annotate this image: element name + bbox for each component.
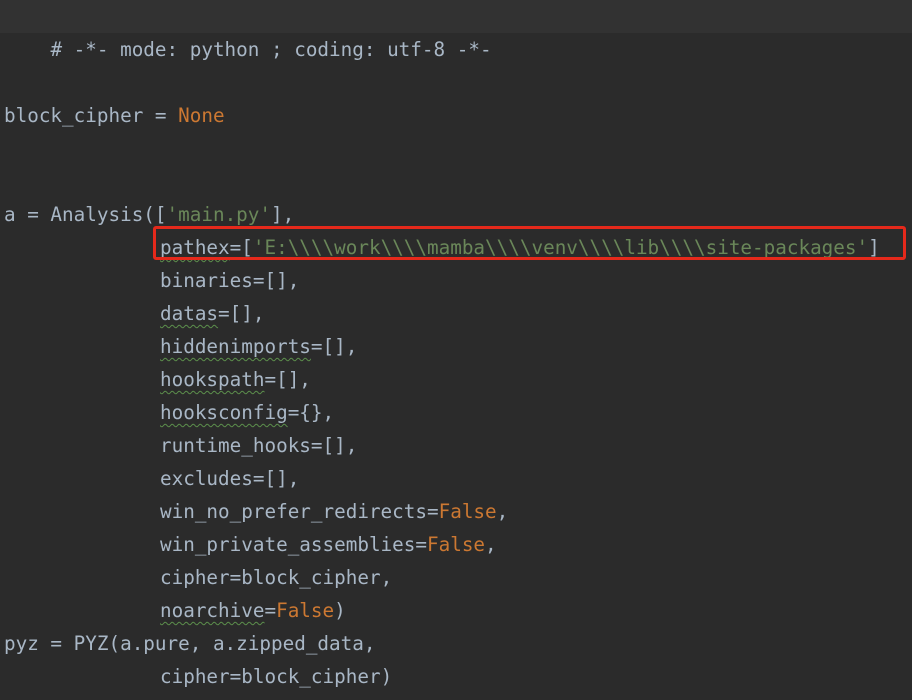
code-line-datas[interactable]: datas=[],: [4, 297, 264, 330]
hiddenimports-param: hiddenimports: [160, 335, 311, 358]
win-private-assemblies-value: False: [427, 533, 486, 556]
pathex-param: pathex: [160, 236, 230, 259]
code-line-win-no-prefer-redirects[interactable]: win_no_prefer_redirects=False,: [4, 495, 508, 528]
win-private-assemblies-param: win_private_assemblies: [160, 533, 416, 556]
code-line-pyz[interactable]: pyz = PYZ(a.pure, a.zipped_data,: [4, 627, 375, 660]
code-line-noarchive[interactable]: noarchive=False): [4, 594, 346, 627]
code-line-excludes[interactable]: excludes=[],: [4, 462, 299, 495]
noarchive-param: noarchive: [160, 599, 265, 622]
cipher-param: cipher: [160, 566, 230, 589]
hookspath-rest: =[],: [264, 368, 311, 391]
main-py-string: 'main.py': [166, 203, 272, 226]
code-line-7[interactable]: a = Analysis(['main.py'],: [4, 198, 294, 231]
code-line-1[interactable]: # -*- mode: python ; coding: utf-8 -*-: [4, 0, 491, 61]
code-editor[interactable]: # -*- mode: python ; coding: utf-8 -*- b…: [0, 0, 912, 700]
excludes-rest: =[],: [252, 467, 300, 490]
hookspath-param: hookspath: [160, 368, 265, 391]
code-line-hooksconfig[interactable]: hooksconfig={},: [4, 396, 334, 429]
cipher-rest: =block_cipher,: [229, 566, 393, 589]
noarchive-tail: ): [334, 599, 346, 622]
hooksconfig-rest: ={},: [287, 401, 335, 424]
block-cipher-name: block_cipher: [4, 104, 144, 127]
excludes-param: excludes: [160, 467, 253, 490]
binaries-param: binaries: [160, 269, 253, 292]
code-line-pathex[interactable]: pathex=['E:\\\\work\\\\mamba\\\\venv\\\\…: [4, 231, 880, 264]
assign-operator: =: [143, 104, 179, 127]
hooksconfig-param: hooksconfig: [160, 401, 288, 424]
analysis-tail: ],: [271, 203, 295, 226]
win-private-assemblies-tail: ,: [485, 533, 497, 556]
code-line-runtime-hooks[interactable]: runtime_hooks=[],: [4, 429, 357, 462]
binaries-rest: =[],: [252, 269, 300, 292]
pathex-tail: ]: [868, 236, 880, 259]
header-comment: # -*- mode: python ; coding: utf-8 -*-: [50, 38, 492, 61]
runtime-hooks-param: runtime_hooks: [160, 434, 311, 457]
pathex-string: 'E:\\\\work\\\\mamba\\\\venv\\\\lib\\\\s…: [252, 236, 869, 259]
win-no-prefer-redirects-eq: =: [427, 500, 439, 523]
code-line-hiddenimports[interactable]: hiddenimports=[],: [4, 330, 357, 363]
win-no-prefer-redirects-tail: ,: [496, 500, 509, 523]
runtime-hooks-rest: =[],: [310, 434, 358, 457]
pyz-cipher-param: cipher: [160, 665, 230, 688]
hiddenimports-rest: =[],: [310, 335, 358, 358]
analysis-call: a = Analysis([: [4, 203, 167, 226]
pyz-cipher-rest: =block_cipher): [229, 665, 393, 688]
code-line-pyz-cipher[interactable]: cipher=block_cipher): [4, 660, 392, 693]
none-keyword: None: [178, 104, 225, 127]
pathex-eq: =[: [229, 236, 253, 259]
noarchive-eq: =: [264, 599, 277, 622]
win-no-prefer-redirects-value: False: [438, 500, 497, 523]
code-line-cipher[interactable]: cipher=block_cipher,: [4, 561, 392, 594]
code-line-binaries[interactable]: binaries=[],: [4, 264, 299, 297]
datas-rest: =[],: [218, 302, 265, 325]
code-line-win-private-assemblies[interactable]: win_private_assemblies=False,: [4, 528, 497, 561]
code-line-4[interactable]: block_cipher = None: [4, 99, 225, 132]
datas-param: datas: [160, 302, 219, 325]
noarchive-value: False: [276, 599, 335, 622]
code-line-hookspath[interactable]: hookspath=[],: [4, 363, 311, 396]
pyz-call: pyz = PYZ(a.pure, a.zipped_data,: [4, 632, 376, 655]
win-private-assemblies-eq: =: [415, 533, 427, 556]
win-no-prefer-redirects-param: win_no_prefer_redirects: [160, 500, 427, 523]
